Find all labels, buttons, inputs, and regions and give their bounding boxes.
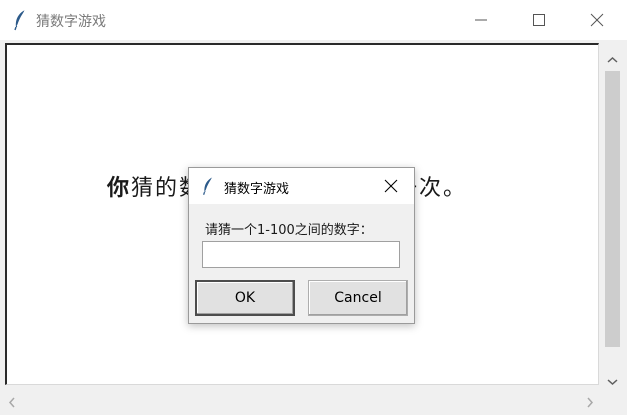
- dialog-prompt-label: 请猜一个1-100之间的数字：: [205, 223, 373, 238]
- cancel-button[interactable]: Cancel: [308, 280, 408, 316]
- vertical-scrollbar[interactable]: [602, 43, 623, 386]
- close-button[interactable]: [568, 0, 626, 40]
- maximize-icon: [533, 14, 545, 26]
- feather-icon: [201, 176, 215, 196]
- input-dialog: 猜数字游戏 请猜一个1-100之间的数字： OK Cancel: [188, 167, 415, 324]
- vertical-scroll-thumb[interactable]: [605, 71, 620, 347]
- minimize-button[interactable]: [452, 0, 510, 40]
- dialog-title: 猜数字游戏: [224, 182, 290, 197]
- scroll-down-arrow-icon[interactable]: [607, 371, 618, 390]
- feather-icon: [12, 9, 28, 31]
- ok-button[interactable]: OK: [195, 280, 295, 316]
- window-title: 猜数字游戏: [36, 14, 106, 30]
- scroll-up-arrow-icon[interactable]: [607, 49, 618, 68]
- window-titlebar[interactable]: 猜数字游戏: [0, 0, 627, 40]
- dialog-close-button[interactable]: [382, 177, 400, 195]
- minimize-icon: [475, 19, 487, 21]
- guess-input[interactable]: [202, 241, 400, 268]
- horizontal-scrollbar[interactable]: [0, 388, 602, 409]
- main-window: 猜数字游戏 你猜的数字太小了，请再猜一次。: [0, 0, 627, 415]
- scroll-right-arrow-icon[interactable]: [586, 393, 594, 412]
- result-message-first-char: 你: [107, 176, 132, 201]
- dialog-titlebar[interactable]: 猜数字游戏: [189, 168, 414, 204]
- maximize-button[interactable]: [510, 0, 568, 40]
- scroll-left-arrow-icon[interactable]: [8, 393, 16, 412]
- close-icon: [384, 179, 398, 193]
- close-icon: [590, 13, 604, 27]
